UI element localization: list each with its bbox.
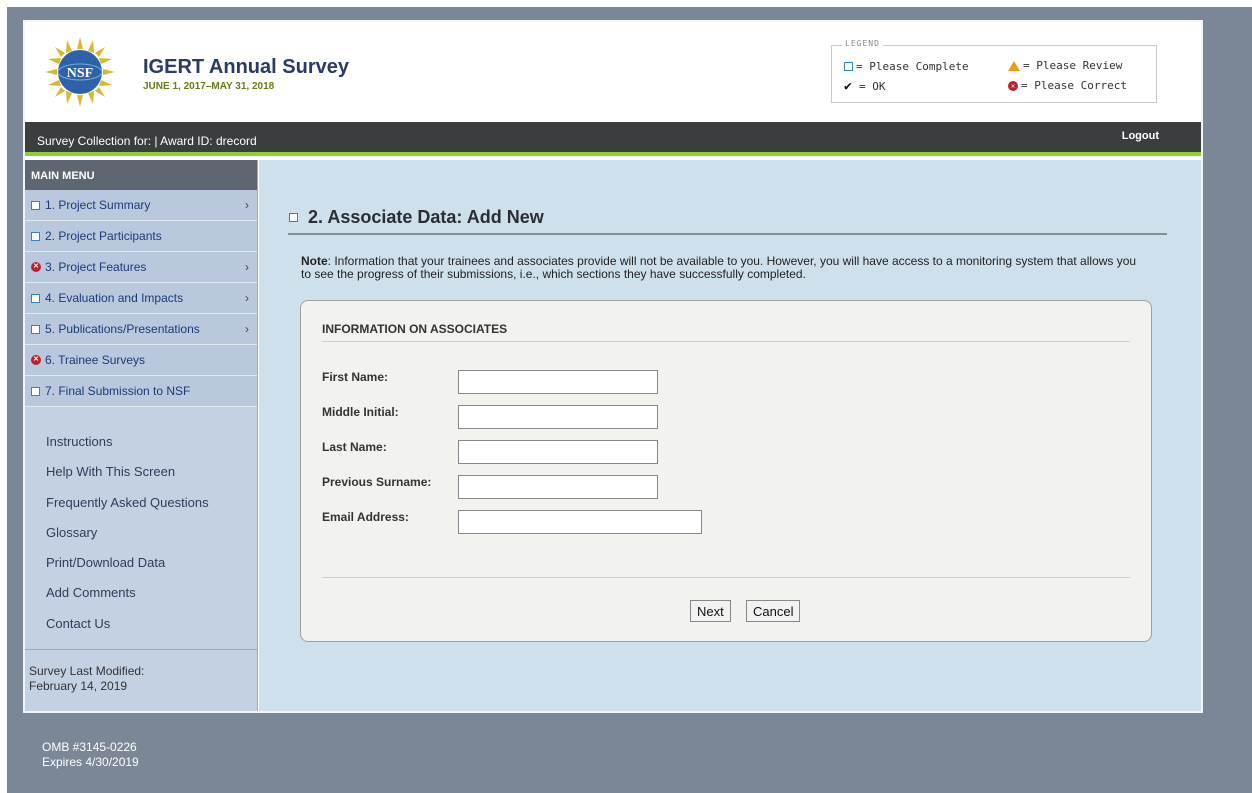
survey-window: NSF IGERT Annual Survey JUNE 1, 2017–MAY… bbox=[23, 20, 1203, 713]
chevron-right-icon: › bbox=[245, 291, 249, 305]
legend-ok: ✔ = OK bbox=[844, 79, 886, 94]
legend-title: LEGEND bbox=[842, 39, 883, 48]
svg-text:NSF: NSF bbox=[67, 66, 93, 81]
link-help-with-this-screen[interactable]: Help With This Screen bbox=[25, 457, 257, 487]
legend-box: LEGEND = Please Complete = Please Review… bbox=[831, 39, 1157, 103]
last-name-label: Last Name: bbox=[322, 440, 387, 454]
last-modified-label: Survey Last Modified: bbox=[29, 664, 145, 678]
last-modified-date: February 14, 2019 bbox=[29, 679, 128, 693]
last-modified: Survey Last Modified: February 14, 2019 bbox=[25, 649, 257, 694]
last-name-input[interactable] bbox=[458, 440, 658, 464]
square-icon bbox=[31, 386, 40, 396]
link-contact-us[interactable]: Contact Us bbox=[25, 609, 257, 639]
middle-initial-input[interactable] bbox=[458, 405, 658, 429]
app-title: IGERT Annual Survey bbox=[143, 56, 349, 78]
omb-footer: OMB #3145-0226 Expires 4/30/2019 bbox=[42, 740, 139, 770]
header: NSF IGERT Annual Survey JUNE 1, 2017–MAY… bbox=[25, 22, 1201, 122]
main-menu-heading: MAIN MENU bbox=[25, 160, 257, 190]
next-button[interactable]: Next bbox=[690, 600, 731, 622]
first-name-label: First Name: bbox=[322, 370, 389, 384]
link-instructions[interactable]: Instructions bbox=[25, 427, 257, 457]
previous-surname-label: Previous Surname: bbox=[322, 475, 432, 489]
link-faq[interactable]: Frequently Asked Questions bbox=[25, 488, 257, 518]
cancel-button[interactable]: Cancel bbox=[746, 600, 801, 622]
omb-number: OMB #3145-0226 bbox=[42, 740, 137, 754]
logout-link[interactable]: Logout bbox=[1122, 130, 1159, 142]
square-icon bbox=[31, 293, 40, 303]
help-links: Instructions Help With This Screen Frequ… bbox=[25, 407, 257, 639]
link-print-download-data[interactable]: Print/Download Data bbox=[25, 548, 257, 578]
square-icon bbox=[31, 200, 40, 210]
chevron-right-icon: › bbox=[245, 322, 249, 336]
chevron-right-icon: › bbox=[245, 198, 249, 212]
nsf-logo: NSF bbox=[45, 37, 115, 107]
square-icon bbox=[31, 231, 40, 241]
sidebar-item-publications-presentations[interactable]: 5. Publications/Presentations › bbox=[25, 314, 257, 345]
page-title: 2. Associate Data: Add New bbox=[289, 207, 544, 228]
link-add-comments[interactable]: Add Comments bbox=[25, 578, 257, 608]
heading-divider bbox=[288, 233, 1167, 235]
section-title: INFORMATION ON ASSOCIATES bbox=[322, 322, 508, 336]
square-icon bbox=[289, 213, 298, 222]
previous-surname-input[interactable] bbox=[458, 475, 658, 499]
checkmark-icon: ✔ bbox=[844, 79, 852, 94]
legend-please-correct: ✕ = Please Correct bbox=[1008, 79, 1127, 92]
warning-icon bbox=[1008, 60, 1020, 71]
omb-expiration: Expires 4/30/2019 bbox=[42, 755, 139, 769]
square-icon bbox=[31, 324, 40, 334]
form-divider bbox=[322, 577, 1130, 578]
square-icon bbox=[844, 62, 853, 71]
sidebar-item-trainee-surveys[interactable]: ✕ 6. Trainee Surveys bbox=[25, 345, 257, 376]
error-icon: ✕ bbox=[1008, 80, 1018, 91]
survey-period: JUNE 1, 2017–MAY 31, 2018 bbox=[143, 81, 275, 92]
main-content: 2. Associate Data: Add New Note: Informa… bbox=[259, 160, 1201, 711]
award-id-text: Survey Collection for: | Award ID: dreco… bbox=[37, 134, 257, 148]
sidebar-item-final-submission[interactable]: 7. Final Submission to NSF bbox=[25, 376, 257, 407]
link-glossary[interactable]: Glossary bbox=[25, 518, 257, 548]
award-bar: Survey Collection for: | Award ID: dreco… bbox=[25, 122, 1201, 156]
error-icon: ✕ bbox=[31, 355, 41, 365]
chevron-right-icon: › bbox=[245, 260, 249, 274]
email-address-input[interactable] bbox=[458, 510, 702, 534]
legend-please-review: = Please Review bbox=[1008, 59, 1122, 72]
sidebar-item-project-participants[interactable]: 2. Project Participants bbox=[25, 221, 257, 252]
first-name-input[interactable] bbox=[458, 370, 658, 394]
section-divider bbox=[322, 341, 1130, 342]
legend-please-complete: = Please Complete bbox=[844, 60, 969, 73]
sidebar-item-project-summary[interactable]: 1. Project Summary › bbox=[25, 190, 257, 221]
sidebar-item-project-features[interactable]: ✕ 3. Project Features › bbox=[25, 252, 257, 283]
note-text: Note: Information that your trainees and… bbox=[301, 254, 1137, 281]
associate-form: INFORMATION ON ASSOCIATES First Name: Mi… bbox=[300, 300, 1152, 642]
middle-initial-label: Middle Initial: bbox=[322, 405, 399, 419]
sidebar-item-evaluation-and-impacts[interactable]: 4. Evaluation and Impacts › bbox=[25, 283, 257, 314]
email-address-label: Email Address: bbox=[322, 510, 409, 524]
error-icon: ✕ bbox=[31, 262, 41, 272]
sidebar: MAIN MENU 1. Project Summary › 2. Projec… bbox=[25, 160, 258, 711]
